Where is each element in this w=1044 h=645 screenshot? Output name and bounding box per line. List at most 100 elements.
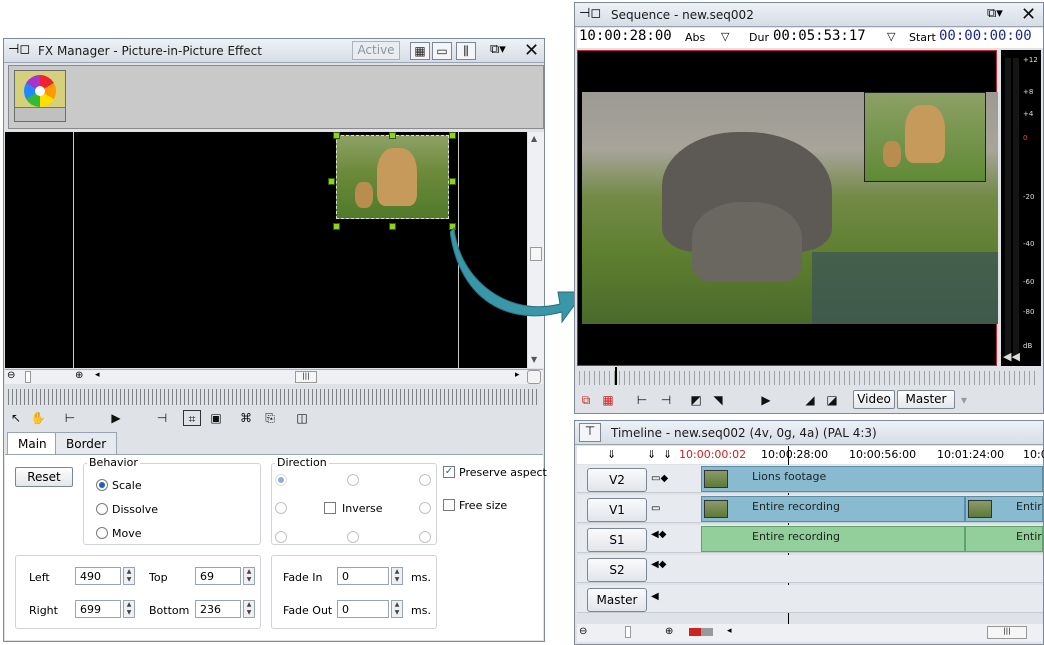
speaker-icon[interactable]: ◀◆ — [651, 529, 666, 540]
pin-icon[interactable]: ⊣◻ — [8, 42, 30, 57]
lions-footage-clip[interactable]: Lions footage — [701, 466, 1043, 492]
sequence-ruler[interactable] — [579, 371, 1039, 385]
tiles-icon[interactable]: ▦ — [599, 392, 617, 408]
fade-in-spinner[interactable]: ▲ ▼ — [391, 567, 403, 585]
close-icon[interactable]: ✕ — [1021, 4, 1036, 25]
top-field[interactable]: 69 — [195, 567, 241, 585]
playhead[interactable] — [615, 367, 617, 385]
track-master-button[interactable]: Master — [587, 588, 647, 612]
mark-out-icon[interactable]: ◪ — [823, 392, 841, 408]
abs-dropdown-icon[interactable]: ▽ — [721, 30, 729, 43]
abs-timecode[interactable]: 10:00:28:00 — [579, 28, 672, 44]
resize-handle[interactable] — [449, 132, 456, 139]
scroll-left-icon[interactable]: ◂ — [727, 626, 732, 636]
resize-handle[interactable] — [333, 132, 340, 139]
behavior-dissolve-radio[interactable] — [96, 503, 108, 515]
snapshot-icon[interactable]: ⌘ — [237, 410, 255, 426]
crop-tool-icon[interactable]: ⌗ — [183, 410, 201, 426]
bottom-spinner[interactable]: ▲ ▼ — [243, 600, 255, 618]
play-icon[interactable]: ▶ — [757, 392, 775, 408]
direction-radio[interactable] — [275, 502, 287, 514]
timeline-ruler[interactable]: ⇓ ⇓ ⇓ 10:00:00:02 10:00:28:00 10:00:56:0… — [577, 446, 1044, 464]
zoom-in-icon[interactable]: ⊕ — [75, 370, 83, 381]
window-menu-icon[interactable]: ⧉▾ — [490, 42, 506, 57]
direction-radio[interactable] — [347, 531, 359, 543]
split-view-icon[interactable]: ◫ — [293, 410, 311, 426]
track-s1-button[interactable]: S1 — [587, 528, 647, 552]
go-to-end-icon[interactable]: ⊣ — [657, 392, 675, 408]
clipboard-icon[interactable]: ⎘ — [261, 410, 279, 426]
down-arrow-icon[interactable]: ⇓ — [647, 448, 656, 461]
hscroll-thumb[interactable]: ||| — [987, 626, 1027, 639]
speaker-icon[interactable]: ◀ — [651, 591, 659, 602]
top-spinner[interactable]: ▲ ▼ — [243, 567, 255, 585]
fade-out-spinner[interactable]: ▲ ▼ — [391, 600, 403, 618]
direction-radio[interactable] — [347, 474, 359, 486]
close-icon[interactable]: ✕ — [524, 40, 539, 61]
fade-out-field[interactable]: 0 — [337, 600, 389, 618]
direction-radio[interactable] — [419, 531, 431, 543]
scroll-down-icon[interactable]: ▼ — [531, 355, 537, 364]
zoom-slider[interactable] — [25, 371, 31, 383]
grid-view-icon[interactable]: ▦ — [410, 42, 430, 60]
pin-icon[interactable]: ⊣◻ — [579, 6, 601, 21]
right-spinner[interactable]: ▲ ▼ — [123, 600, 135, 618]
monitor-icon[interactable]: ▭ — [432, 42, 452, 60]
go-to-end-icon[interactable]: ⊣ — [153, 410, 171, 426]
scroll-left-icon[interactable]: ◂ — [95, 370, 100, 380]
zoom-slider[interactable] — [625, 626, 631, 638]
left-spinner[interactable]: ▲ ▼ — [123, 567, 135, 585]
audio-clip[interactable]: Entire — [965, 526, 1043, 552]
pip-frame[interactable] — [336, 135, 449, 219]
bottom-field[interactable]: 236 — [195, 600, 241, 618]
master-button[interactable]: Master — [897, 390, 955, 409]
window-menu-icon[interactable]: ⧉▾ — [987, 6, 1003, 21]
track-toggle-icon[interactable]: ▭ — [651, 503, 660, 514]
tab-border[interactable]: Border — [55, 432, 118, 454]
resize-handle[interactable] — [389, 223, 396, 230]
loop-icon[interactable]: ⧉ — [577, 392, 595, 408]
mark-in-icon[interactable]: ◩ — [687, 392, 705, 408]
effect-thumbnail[interactable] — [14, 70, 66, 122]
down-arrow-icon[interactable]: ⇓ — [607, 448, 616, 461]
resize-handle[interactable] — [328, 178, 335, 185]
play-icon[interactable]: ▶ — [107, 410, 125, 426]
track-v2-button[interactable]: V2 — [587, 468, 647, 492]
go-to-start-icon[interactable]: ⊢ — [61, 410, 79, 426]
direction-radio[interactable] — [275, 531, 287, 543]
hscroll-thumb[interactable]: ||| — [295, 371, 317, 383]
reset-button[interactable]: Reset — [15, 467, 73, 487]
resize-handle[interactable] — [449, 178, 456, 185]
fit-button[interactable] — [527, 370, 541, 384]
left-field[interactable]: 490 — [75, 567, 121, 585]
dur-timecode[interactable]: 00:05:53:17 — [773, 28, 866, 44]
resize-handle[interactable] — [333, 223, 340, 230]
dropdown-icon[interactable]: ▾ — [955, 392, 973, 408]
video-preview[interactable] — [577, 50, 998, 366]
behavior-move-radio[interactable] — [96, 527, 108, 539]
speaker-icon[interactable]: ◀◀ — [1003, 350, 1020, 363]
track-toggle-icon[interactable]: ▭◆ — [651, 473, 668, 484]
zoom-in-icon[interactable]: ⊕ — [665, 626, 673, 637]
audio-clip[interactable]: Entire recording — [701, 526, 965, 552]
zoom-out-icon[interactable]: ⊖ — [579, 626, 587, 637]
inverse-checkbox[interactable] — [324, 502, 336, 514]
resize-handle[interactable] — [389, 132, 396, 139]
behavior-scale-radio[interactable] — [96, 479, 108, 491]
fade-in-field[interactable]: 0 — [337, 567, 389, 585]
preview-horizontal-scrollbar[interactable]: ⊖ ⊕ ◂ ||| ▸ — [5, 369, 543, 384]
entire-recording-clip[interactable]: Entire recording — [701, 496, 965, 522]
fx-preview[interactable] — [5, 132, 527, 368]
marker-icon[interactable] — [689, 628, 713, 636]
video-button[interactable]: Video — [853, 390, 895, 409]
sliders-icon[interactable]: ⫼ — [456, 42, 476, 60]
dur-dropdown-icon[interactable]: ▽ — [887, 30, 895, 43]
track-v1-button[interactable]: V1 — [587, 498, 647, 522]
fx-time-ruler[interactable] — [8, 389, 540, 405]
step-forward-icon[interactable]: ◢ — [801, 392, 819, 408]
go-to-start-icon[interactable]: ⊢ — [633, 392, 651, 408]
step-back-icon[interactable]: ◥ — [709, 392, 727, 408]
pin-icon[interactable]: ⊤ — [579, 423, 601, 442]
zoom-out-icon[interactable]: ⊖ — [7, 370, 15, 381]
select-tool-icon[interactable]: ↖ — [7, 410, 25, 426]
